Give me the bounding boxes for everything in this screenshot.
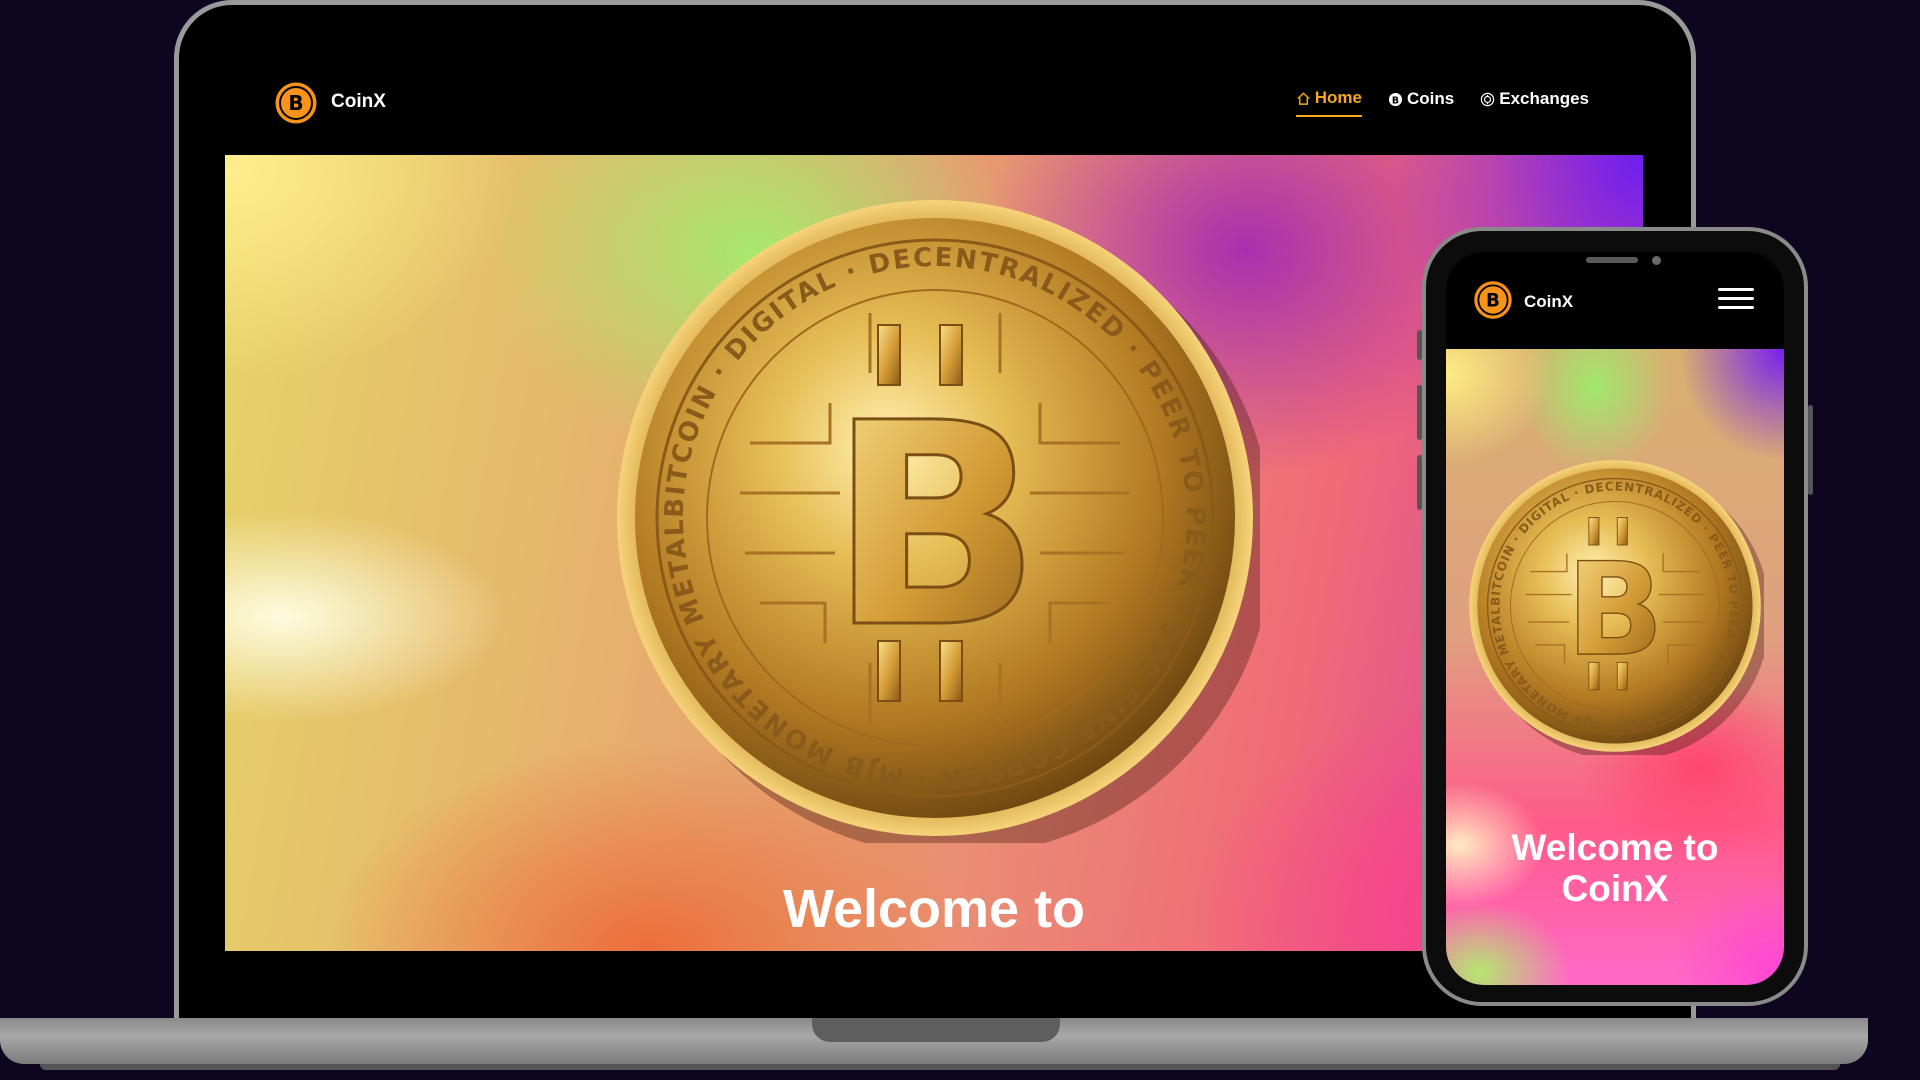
brand-name[interactable]: CoinX	[331, 91, 386, 113]
phone-mute-button	[1417, 330, 1422, 360]
nav-coins-label: Coins	[1407, 89, 1455, 108]
exchange-icon	[1481, 92, 1495, 106]
nav-menu: Home B Coins Exchanges	[1295, 88, 1589, 117]
bitcoin-logo-icon[interactable]: B	[273, 80, 319, 126]
svg-text:B: B	[288, 91, 303, 115]
hamburger-menu-icon[interactable]	[1718, 288, 1754, 310]
laptop-foot	[40, 1064, 1840, 1070]
gold-bitcoin-coin-image: BITCOIN · DIGITAL · DECENTRALIZED · PEER…	[1466, 457, 1764, 755]
bitcoin-icon: B	[1388, 92, 1403, 106]
phone-volume-up-button	[1417, 385, 1422, 440]
phone-volume-down-button	[1417, 455, 1422, 510]
hero-welcome-line1: Welcome to	[1511, 827, 1719, 868]
svg-text:B: B	[1566, 536, 1664, 685]
svg-text:B: B	[828, 364, 1041, 690]
gold-bitcoin-coin-image: BITCOIN · DIGITAL · DECENTRALIZED · PEER…	[610, 193, 1260, 843]
nav-home-link[interactable]: Home	[1295, 88, 1362, 117]
laptop-notch	[812, 1018, 1060, 1042]
hero-welcome-line2: CoinX	[1561, 868, 1669, 909]
nav-home-label: Home	[1314, 88, 1362, 107]
phone-screen: B CoinX BITCOIN · DIGITAL · DECENTRALIZE…	[1446, 252, 1784, 985]
nav-exchanges-link[interactable]: Exchanges	[1480, 88, 1589, 117]
svg-text:B: B	[1486, 290, 1500, 311]
phone-speaker	[1586, 257, 1638, 263]
hero-section: BITCOIN · DIGITAL · DECENTRALIZED · PEER…	[1446, 349, 1784, 985]
svg-text:B: B	[1392, 95, 1399, 106]
bitcoin-logo-icon[interactable]: B	[1472, 279, 1514, 321]
nav-coins-link[interactable]: B Coins	[1388, 88, 1454, 117]
hero-welcome-heading: Welcome to CoinX	[1446, 827, 1784, 909]
brand-name[interactable]: CoinX	[1524, 292, 1573, 312]
nav-exchanges-label: Exchanges	[1499, 89, 1589, 108]
navbar: B CoinX Home B Coins Exchanges	[225, 55, 1643, 155]
phone-power-button	[1808, 405, 1813, 495]
phone-camera	[1652, 256, 1661, 265]
home-icon	[1297, 91, 1310, 105]
